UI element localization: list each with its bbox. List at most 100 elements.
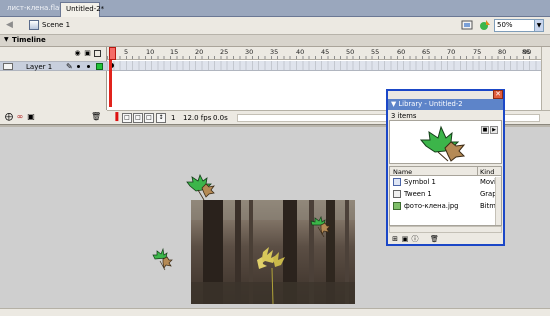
lock-icon[interactable]: ▣ <box>83 49 92 58</box>
graphic-icon <box>393 190 401 198</box>
layer-name: Layer 1 <box>26 63 53 71</box>
ruler-label: 25 <box>220 48 229 56</box>
frames-vertical-scrollbar[interactable] <box>541 47 550 110</box>
ruler-label: 5 <box>124 48 129 56</box>
library-title: Library - Untitled-2 <box>398 100 463 108</box>
ruler-label: 10 <box>146 48 155 56</box>
maple-leaf-symbol[interactable] <box>152 247 174 271</box>
edit-bar: ◀ Scene 1 50% ▼ <box>0 17 550 35</box>
library-item-kind: Movi <box>480 178 496 186</box>
playhead-handle[interactable] <box>109 47 116 60</box>
layer-row[interactable]: Layer 1 ✎ <box>0 61 107 71</box>
modify-onion-markers-icon[interactable]: ↕ <box>156 113 166 123</box>
maple-leaf-preview <box>419 125 466 162</box>
library-horizontal-scrollbar[interactable] <box>389 226 502 233</box>
document-tab-bar: лист-клена.fla* Untitled-2* <box>0 0 550 17</box>
maple-leaf-symbol[interactable] <box>309 215 331 239</box>
delete-icon[interactable]: 🗑 <box>430 235 439 243</box>
ruler-label: 50 <box>346 48 355 56</box>
bitmap-icon <box>393 202 401 210</box>
zoom-select[interactable]: 50% ▼ <box>494 19 544 32</box>
library-item-count: 3 items <box>391 112 417 120</box>
playhead[interactable] <box>109 47 116 107</box>
library-vertical-scrollbar[interactable] <box>495 177 501 225</box>
library-footer: ⊞ ▣ ⓘ 🗑 <box>389 234 502 245</box>
ruler-label: 70 <box>447 48 456 56</box>
maple-leaf-symbol[interactable] <box>184 172 218 202</box>
collapse-arrow-icon[interactable]: ▼ <box>4 36 9 43</box>
frame-ruler[interactable]: 5 10 15 20 25 30 35 40 45 50 55 60 65 70… <box>107 47 541 60</box>
insert-layer-icon[interactable]: ⨁ <box>4 112 14 122</box>
eye-icon[interactable]: ◉ <box>73 49 82 58</box>
zoom-value: 50% <box>497 21 513 29</box>
edit-symbol-icon[interactable] <box>479 19 491 31</box>
scene-icon <box>29 20 39 30</box>
ruler-label: 65 <box>422 48 431 56</box>
stop-icon[interactable]: ■ <box>481 126 489 134</box>
outline-icon[interactable] <box>94 50 101 57</box>
elapsed-time: 0.0s <box>213 114 228 122</box>
kind-column-header[interactable]: Kind <box>480 168 494 176</box>
name-column-header[interactable]: Name <box>393 168 412 176</box>
tab-untitled[interactable]: Untitled-2* <box>60 2 104 17</box>
layer-column-icons: ◉ ▣ <box>70 49 106 59</box>
onion-skin-outlines-icon[interactable]: □ <box>133 113 143 123</box>
frame-rate: 12.0 fps <box>183 114 212 122</box>
library-item[interactable]: Symbol 1 Movi <box>390 177 496 188</box>
ruler-label: 35 <box>270 48 279 56</box>
visibility-dot[interactable] <box>77 65 80 68</box>
library-item[interactable]: фото-клена.jpg Bitm <box>390 201 496 212</box>
layer-footer: ⨁ ∞ ▣ 🗑 <box>0 110 107 124</box>
movie-clip-icon <box>393 178 401 186</box>
ruler-label: 15 <box>170 48 179 56</box>
library-list-header: Name Kind <box>390 167 501 176</box>
layer-icon <box>3 63 13 70</box>
ruler-label: 55 <box>371 48 380 56</box>
lock-dot[interactable] <box>87 65 90 68</box>
properties-icon[interactable]: ⓘ <box>411 235 419 243</box>
ruler-label: 30 <box>245 48 254 56</box>
delete-layer-icon[interactable]: 🗑 <box>91 112 101 122</box>
edit-multiple-frames-icon[interactable]: □ <box>144 113 154 123</box>
library-title-bar[interactable]: ▼ Library - Untitled-2 <box>388 99 503 110</box>
ruler-label: 90 <box>523 48 532 56</box>
ruler-label: 60 <box>397 48 406 56</box>
timeline-header[interactable]: ▼ Timeline <box>0 35 550 47</box>
current-frame: 1 <box>171 114 176 122</box>
preview-controls: ■ ▶ <box>481 126 499 134</box>
new-folder-icon[interactable]: ▣ <box>401 235 409 243</box>
chevron-down-icon[interactable]: ▼ <box>534 20 543 31</box>
pencil-icon: ✎ <box>66 62 73 71</box>
flash-ide-window: лист-клена.fla* Untitled-2* ◀ Scene 1 50… <box>0 0 550 316</box>
ruler-label: 80 <box>498 48 507 56</box>
library-list: Name Kind Symbol 1 Movi Tween 1 Grap фот… <box>389 166 502 226</box>
center-frame-icon[interactable]: ❚ <box>113 112 121 124</box>
layer-outline-color[interactable] <box>96 63 103 70</box>
ruler-label: 20 <box>195 48 204 56</box>
scene-label: Scene 1 <box>42 21 71 29</box>
stage-horizontal-scrollbar[interactable] <box>0 308 550 316</box>
ruler-ticks <box>107 56 541 59</box>
ruler-label: 45 <box>321 48 330 56</box>
library-item-name: фото-клена.jpg <box>404 202 459 210</box>
insert-folder-icon[interactable]: ▣ <box>26 112 36 122</box>
column-divider[interactable] <box>477 167 478 176</box>
library-item-kind: Bitm <box>480 202 496 210</box>
play-icon[interactable]: ▶ <box>490 126 498 134</box>
close-icon[interactable]: ✕ <box>493 90 503 99</box>
ruler-label: 40 <box>296 48 305 56</box>
add-motion-guide-icon[interactable]: ∞ <box>15 112 25 122</box>
new-symbol-icon[interactable]: ⊞ <box>391 235 399 243</box>
onion-skin-icon[interactable]: □ <box>122 113 132 123</box>
ruler-label: 75 <box>473 48 482 56</box>
library-item[interactable]: Tween 1 Grap <box>390 189 497 200</box>
library-item-name: Tween 1 <box>404 190 432 198</box>
tab-file[interactable]: лист-клена.fla* <box>2 2 63 17</box>
frames-row[interactable] <box>107 61 541 71</box>
edit-scene-icon[interactable] <box>461 19 473 31</box>
library-panel: ✕ ▼ Library - Untitled-2 3 items ■ ▶ Nam… <box>386 89 505 246</box>
library-item-name: Symbol 1 <box>404 178 436 186</box>
timeline-title: Timeline <box>12 36 46 44</box>
back-arrow-icon[interactable]: ◀ <box>6 20 16 31</box>
layer-panel: ◉ ▣ Layer 1 ✎ ⨁ ∞ ▣ 🗑 <box>0 47 107 124</box>
